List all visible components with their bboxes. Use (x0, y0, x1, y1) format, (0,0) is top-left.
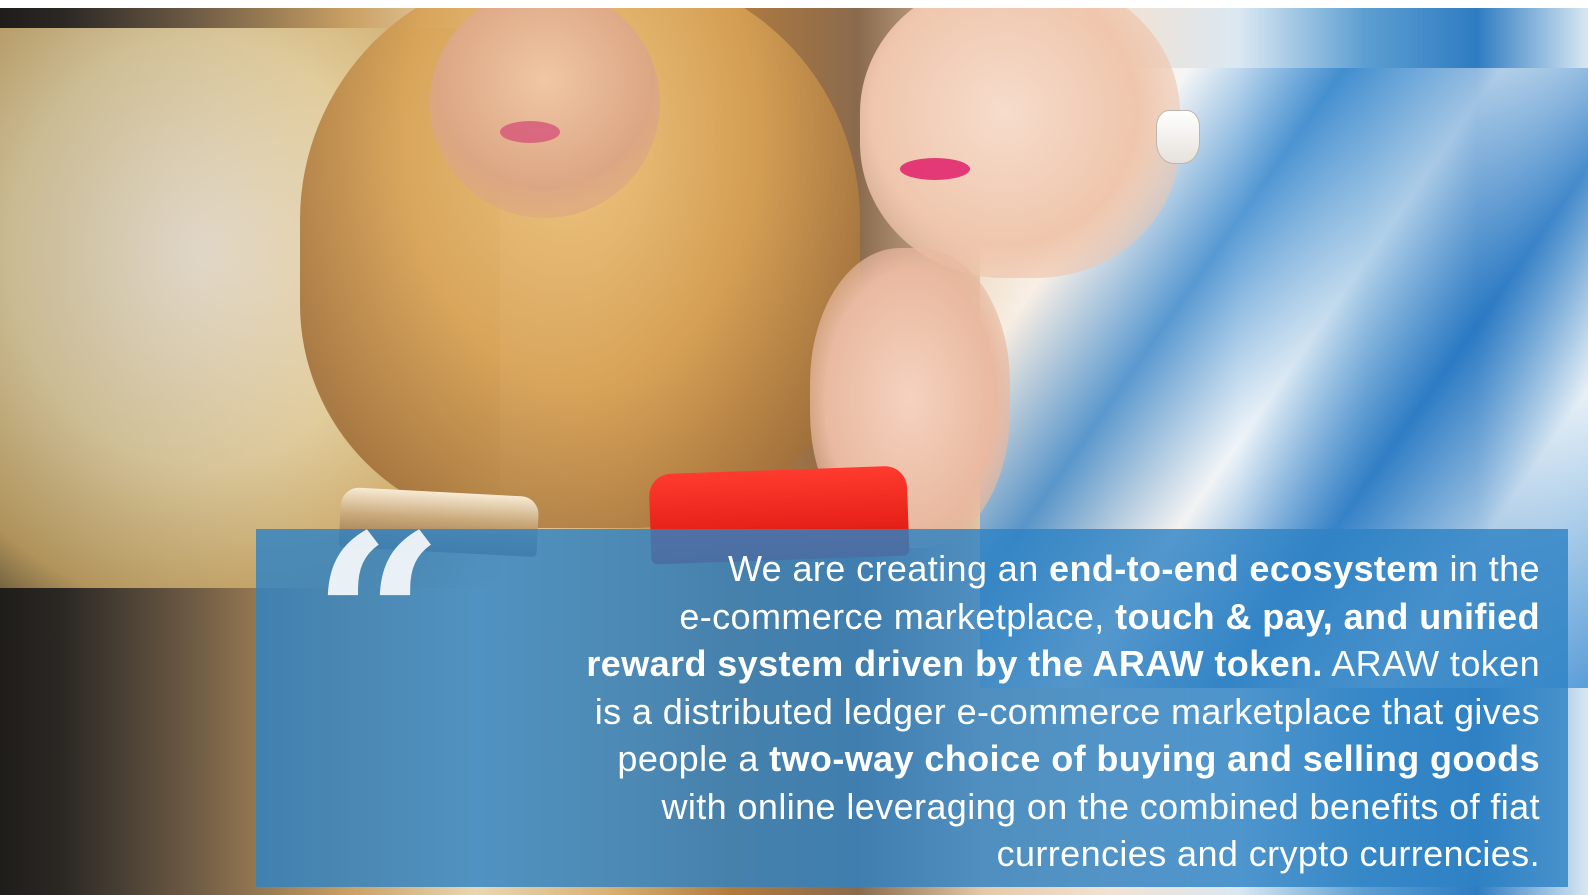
quote-segment: people a (617, 738, 770, 779)
earring (1156, 110, 1200, 164)
quote-segment: e-commerce marketplace, (679, 595, 1116, 637)
left-woman-lips (500, 121, 560, 143)
quote-line: e-commerce marketplace, touch & pay, and… (380, 593, 1540, 641)
quote-line: currencies and crypto currencies. (380, 830, 1540, 878)
quote-segment: ARAW token (1322, 643, 1540, 684)
quote-line: with online leveraging on the combined b… (380, 783, 1540, 831)
quote-line: We are creating an end-to-end ecosystem … (380, 545, 1540, 593)
quote-line: people a two-way choice of buying and se… (380, 735, 1540, 783)
quote-emphasis: touch & pay, and unified (1115, 595, 1540, 637)
quote-emphasis: reward system driven by the ARAW token. (586, 643, 1323, 684)
quote-segment: with online leveraging on the combined b… (661, 785, 1540, 827)
quote-segment: is a distributed ledger e-commerce marke… (594, 690, 1540, 732)
quote-line: reward system driven by the ARAW token. … (380, 640, 1540, 688)
quote-emphasis: two-way choice of buying and selling goo… (769, 738, 1540, 779)
quote-text: We are creating an end-to-end ecosystem … (380, 545, 1540, 878)
quote-emphasis: end-to-end ecosystem (1049, 548, 1440, 589)
quote-segment: in the (1439, 548, 1540, 589)
quote-line: is a distributed ledger e-commerce marke… (380, 688, 1540, 736)
quote-segment: We are creating an (727, 548, 1050, 589)
quote-segment: currencies and crypto currencies. (996, 833, 1540, 874)
right-woman-face (860, 8, 1180, 278)
right-woman-lips (900, 158, 970, 180)
